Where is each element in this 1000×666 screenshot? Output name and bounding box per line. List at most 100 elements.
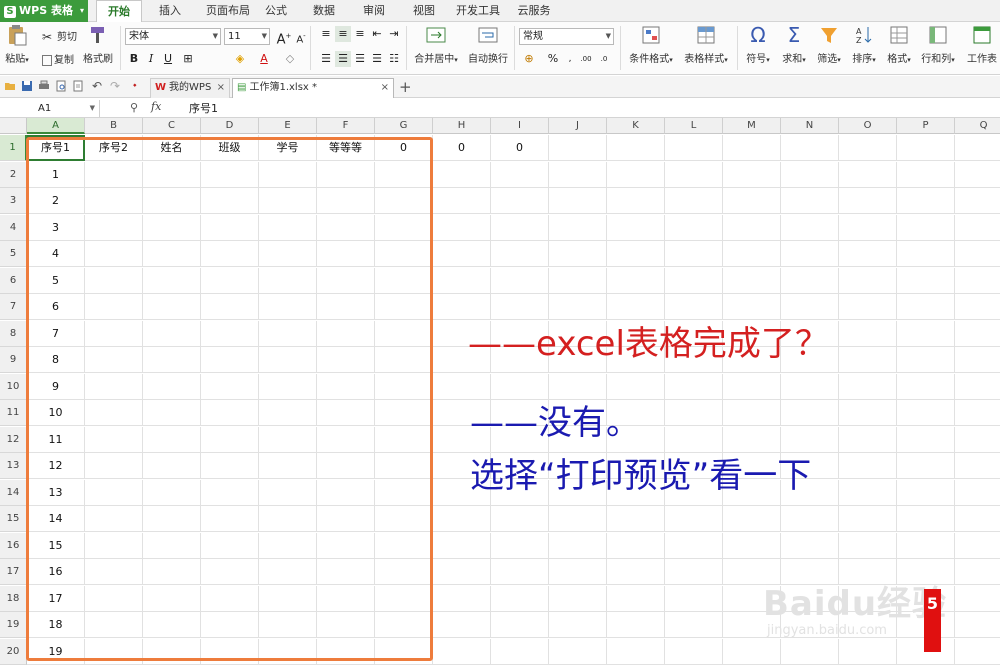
cell-k4[interactable] bbox=[607, 215, 665, 241]
cell-j17[interactable] bbox=[549, 559, 607, 585]
cell-k1[interactable] bbox=[607, 135, 665, 161]
worksheet-button[interactable]: 工作表 bbox=[964, 24, 1000, 65]
cell-h6[interactable] bbox=[433, 268, 491, 294]
cell-o5[interactable] bbox=[839, 241, 897, 267]
cell-k6[interactable] bbox=[607, 268, 665, 294]
cell-i20[interactable] bbox=[491, 639, 549, 665]
font-size-select[interactable]: 11 ▼ bbox=[224, 28, 270, 45]
decrease-decimal-icon[interactable]: .0 bbox=[596, 51, 612, 67]
cell-o15[interactable] bbox=[839, 506, 897, 532]
align-left-icon[interactable]: ☰ bbox=[318, 51, 334, 67]
cell-j15[interactable] bbox=[549, 506, 607, 532]
cell-j20[interactable] bbox=[549, 639, 607, 665]
cell-o8[interactable] bbox=[839, 321, 897, 347]
cell-o7[interactable] bbox=[839, 294, 897, 320]
cell-i17[interactable] bbox=[491, 559, 549, 585]
cell-h20[interactable] bbox=[433, 639, 491, 665]
cell-i5[interactable] bbox=[491, 241, 549, 267]
cell-p16[interactable] bbox=[897, 533, 955, 559]
cell-i4[interactable] bbox=[491, 215, 549, 241]
merge-center-button[interactable]: 合并居中▾ bbox=[411, 24, 461, 65]
cell-l17[interactable] bbox=[665, 559, 723, 585]
cell-p9[interactable] bbox=[897, 347, 955, 373]
row-header-19[interactable]: 19 bbox=[0, 612, 27, 638]
cell-k17[interactable] bbox=[607, 559, 665, 585]
cell-h3[interactable] bbox=[433, 188, 491, 214]
cell-p4[interactable] bbox=[897, 215, 955, 241]
row-header-18[interactable]: 18 bbox=[0, 586, 27, 612]
undo-icon[interactable]: ↶ bbox=[92, 80, 104, 92]
cell-m10[interactable] bbox=[723, 374, 781, 400]
column-header-h[interactable]: H bbox=[433, 118, 491, 134]
cell-k5[interactable] bbox=[607, 241, 665, 267]
distribute-icon[interactable]: ☷ bbox=[386, 51, 402, 67]
cell-o9[interactable] bbox=[839, 347, 897, 373]
column-header-i[interactable]: I bbox=[491, 118, 549, 134]
cell-n10[interactable] bbox=[781, 374, 839, 400]
print-icon[interactable] bbox=[38, 80, 50, 92]
column-header-m[interactable]: M bbox=[723, 118, 781, 134]
row-header-4[interactable]: 4 bbox=[0, 215, 27, 241]
cut-button[interactable]: ✂ 剪切 bbox=[42, 28, 77, 44]
cell-j16[interactable] bbox=[549, 533, 607, 559]
column-header-d[interactable]: D bbox=[201, 118, 259, 134]
indent-decrease-icon[interactable]: ⇤ bbox=[369, 26, 385, 42]
table-style-button[interactable]: 表格样式▾ bbox=[680, 24, 732, 65]
copy-button[interactable]: 复制 bbox=[42, 51, 74, 66]
close-icon[interactable]: × bbox=[381, 79, 389, 97]
column-header-c[interactable]: C bbox=[143, 118, 201, 134]
cell-o10[interactable] bbox=[839, 374, 897, 400]
cell-o4[interactable] bbox=[839, 215, 897, 241]
cell-m5[interactable] bbox=[723, 241, 781, 267]
cell-o20[interactable] bbox=[839, 639, 897, 665]
save-icon[interactable] bbox=[21, 80, 33, 92]
cell-l3[interactable] bbox=[665, 188, 723, 214]
cell-j3[interactable] bbox=[549, 188, 607, 214]
clear-format-icon[interactable]: ◇ bbox=[282, 51, 298, 67]
cell-i1[interactable]: 0 bbox=[491, 135, 549, 161]
row-header-5[interactable]: 5 bbox=[0, 241, 27, 267]
align-right-icon[interactable]: ☰ bbox=[352, 51, 368, 67]
thousands-icon[interactable]: , bbox=[562, 51, 578, 67]
align-bottom-icon[interactable]: ≡ bbox=[352, 26, 368, 42]
cell-j2[interactable] bbox=[549, 162, 607, 188]
menu-tab-developer[interactable]: 开发工具 bbox=[452, 0, 504, 22]
row-header-17[interactable]: 17 bbox=[0, 559, 27, 585]
cell-o3[interactable] bbox=[839, 188, 897, 214]
app-menu-button[interactable]: S WPS 表格 ▾ bbox=[0, 0, 88, 22]
column-header-p[interactable]: P bbox=[897, 118, 955, 134]
menu-tab-cloud[interactable]: 云服务 bbox=[512, 0, 556, 22]
italic-button[interactable]: I bbox=[143, 51, 159, 67]
filter-button[interactable]: 筛选▾ bbox=[814, 24, 844, 65]
cell-p13[interactable] bbox=[897, 453, 955, 479]
fx-icon[interactable]: fx bbox=[151, 100, 161, 113]
cell-i16[interactable] bbox=[491, 533, 549, 559]
menu-tab-page-layout[interactable]: 页面布局 bbox=[198, 0, 258, 22]
row-header-12[interactable]: 12 bbox=[0, 427, 27, 453]
redo-icon[interactable]: ↷ bbox=[110, 80, 122, 92]
row-header-2[interactable]: 2 bbox=[0, 162, 27, 188]
column-header-f[interactable]: F bbox=[317, 118, 375, 134]
rows-cols-button[interactable]: 行和列▾ bbox=[920, 24, 956, 65]
cell-m3[interactable] bbox=[723, 188, 781, 214]
justify-icon[interactable]: ☰ bbox=[369, 51, 385, 67]
column-header-e[interactable]: E bbox=[259, 118, 317, 134]
cell-h15[interactable] bbox=[433, 506, 491, 532]
cell-q12[interactable] bbox=[955, 427, 1000, 453]
column-header-a[interactable]: A bbox=[27, 118, 85, 134]
new-tab-button[interactable]: + bbox=[399, 77, 412, 97]
cell-l18[interactable] bbox=[665, 586, 723, 612]
wrap-text-button[interactable]: 自动换行 bbox=[466, 24, 510, 65]
conditional-format-button[interactable]: 条件格式▾ bbox=[625, 24, 677, 65]
column-header-o[interactable]: O bbox=[839, 118, 897, 134]
cell-m11[interactable] bbox=[723, 400, 781, 426]
sort-button[interactable]: AZ 排序▾ bbox=[849, 24, 879, 65]
cell-l10[interactable] bbox=[665, 374, 723, 400]
number-format-select[interactable]: 常规 ▼ bbox=[519, 28, 614, 45]
cell-p10[interactable] bbox=[897, 374, 955, 400]
cell-n1[interactable] bbox=[781, 135, 839, 161]
row-header-10[interactable]: 10 bbox=[0, 374, 27, 400]
currency-icon[interactable]: ⊕ bbox=[521, 51, 537, 67]
cell-q8[interactable] bbox=[955, 321, 1000, 347]
align-top-icon[interactable]: ≡ bbox=[318, 26, 334, 42]
